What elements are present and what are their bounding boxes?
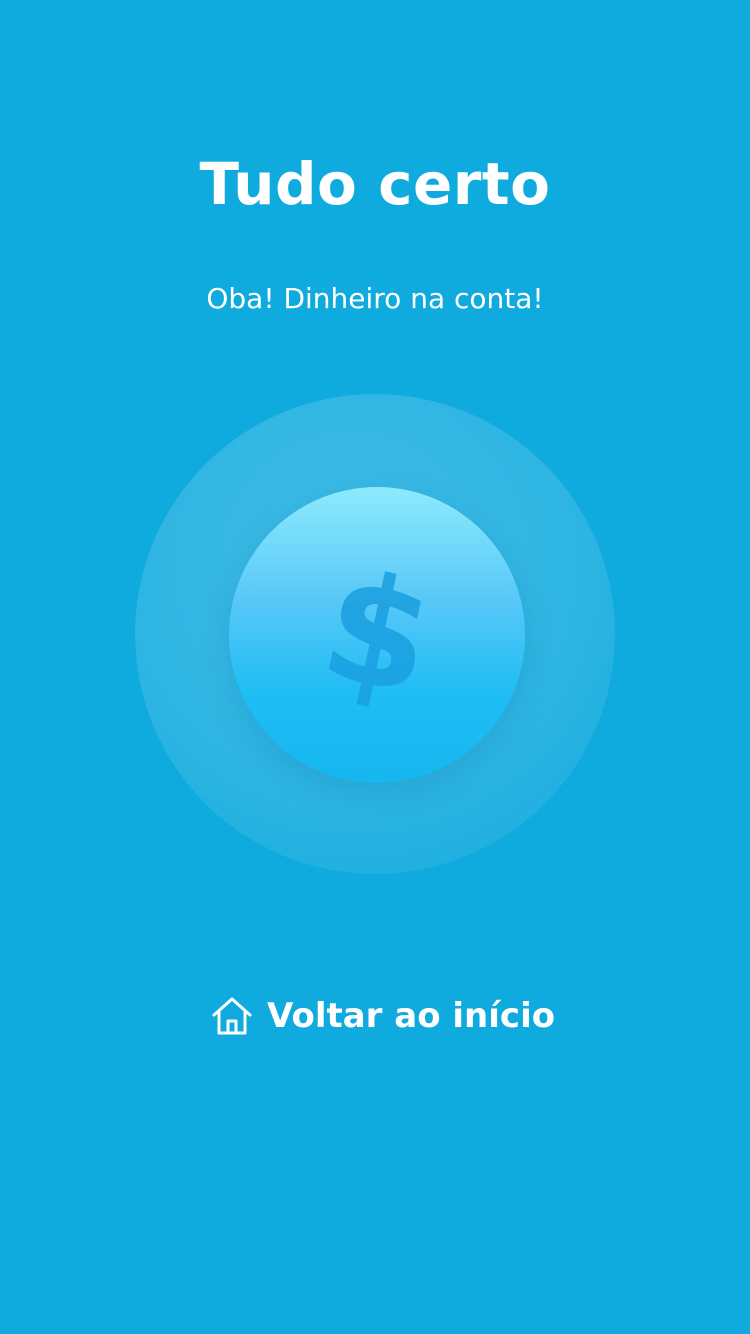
dollar-coin-icon: $	[229, 487, 525, 783]
page-title: Tudo certo	[199, 150, 551, 218]
home-icon	[212, 997, 252, 1035]
success-screen: Tudo certo Oba! Dinheiro na conta! $ Vol…	[0, 0, 750, 1334]
back-to-home-button[interactable]: Voltar ao início	[211, 992, 555, 1040]
dollar-sign-icon: $	[308, 538, 446, 730]
success-illustration: $	[135, 394, 615, 880]
dollar-symbol: $	[308, 538, 446, 730]
page-subtitle: Oba! Dinheiro na conta!	[206, 282, 544, 315]
back-to-home-label: Voltar ao início	[267, 996, 556, 1036]
